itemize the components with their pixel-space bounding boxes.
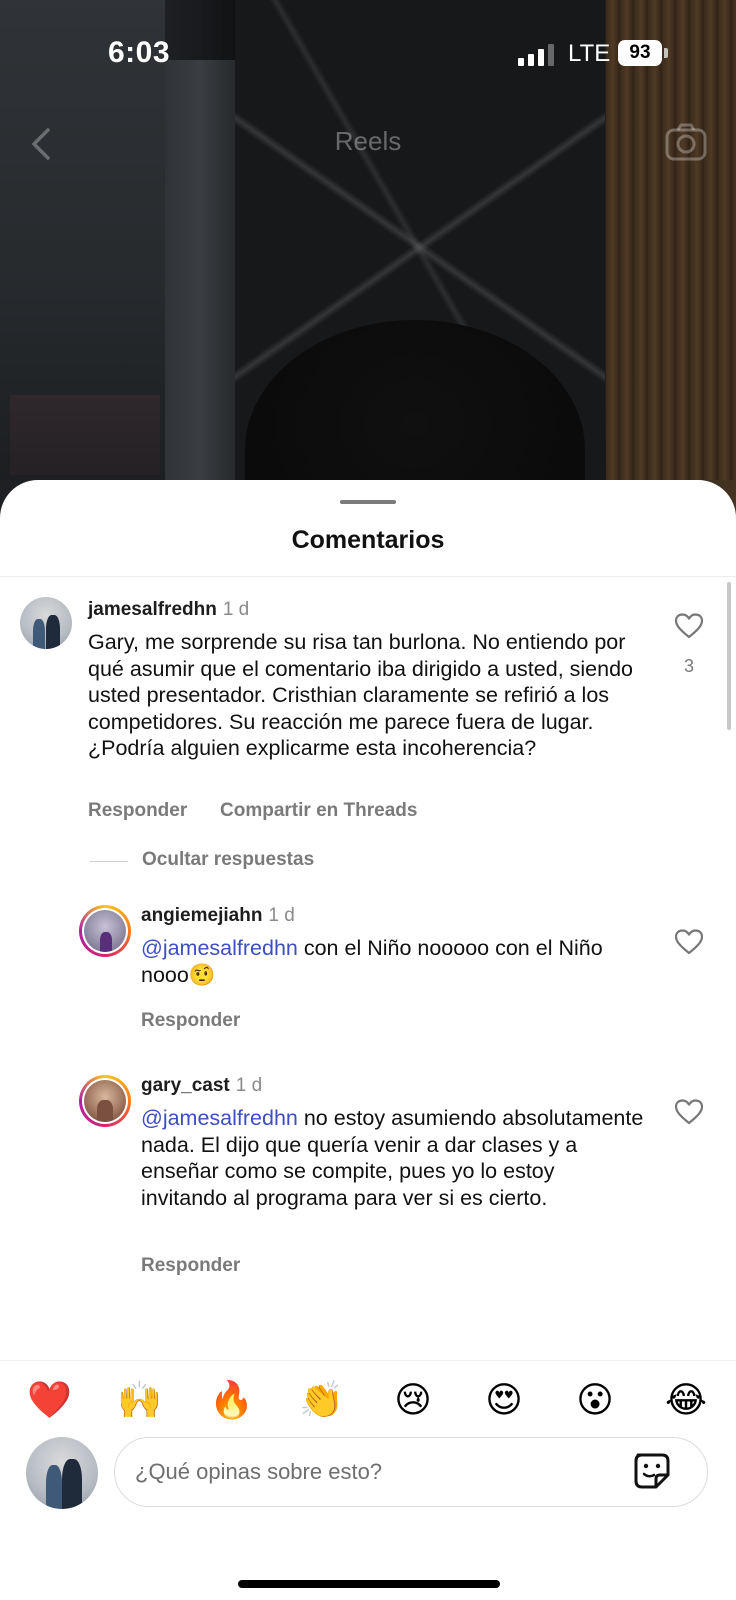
battery-icon: 93 [618,40,662,66]
reply-button[interactable]: Responder [88,800,187,822]
reels-title: Reels [334,126,402,156]
username-text[interactable]: gary_cast [141,1075,230,1096]
reply-item: gary_cast 1 d @jamesalfredhn no estoy asu… [0,1067,736,1287]
mention-link[interactable]: @jamesalfredhn [141,1106,298,1130]
reels-header: Reels [0,110,736,180]
hide-replies-button[interactable]: Ocultar respuestas [142,849,314,871]
comment-username[interactable]: jamesalfredhn 1 d [88,599,249,621]
comment-text: @jamesalfredhn con el Niño nooooo con el… [141,935,631,988]
reaction-fire[interactable]: 🔥 [209,1378,254,1422]
mention-link[interactable]: @jamesalfredhn [141,936,298,960]
cellular-signal-icon [518,44,556,66]
reaction-surprised[interactable]: 😮 [573,1378,617,1422]
comment-username[interactable]: angiemejiahn 1 d [141,905,295,927]
like-count: 3 [683,656,694,676]
comment-text: @jamesalfredhn no estoy asumiendo absolu… [141,1105,646,1211]
home-indicator[interactable] [238,1580,500,1588]
comment-time: 1 d [235,1075,263,1096]
sticker-icon[interactable] [632,1451,672,1491]
sheet-grab-handle[interactable] [340,500,396,504]
comments-sheet: Comentarios jamesalfredhn 1 d Gary, me so… [0,480,736,1600]
share-threads-button[interactable]: Compartir en Threads [220,800,417,822]
avatar [84,910,126,952]
reaction-heart-eyes[interactable]: 😍 [482,1378,526,1422]
camera-icon[interactable] [664,122,708,162]
reaction-raised-hands[interactable]: 🙌 [117,1378,162,1422]
battery-tip [664,48,668,58]
username-text[interactable]: jamesalfredhn [88,599,217,620]
heart-icon[interactable] [675,613,703,639]
comment-input[interactable]: ¿Qué opinas sobre esto? [114,1437,708,1507]
user-avatar[interactable] [26,1437,98,1509]
reply-button[interactable]: Responder [141,1255,240,1277]
avatar [84,1080,126,1122]
comment-text: Gary, me sorprende su risa tan burlona. … [88,630,633,760]
comment-composer: ¿Qué opinas sobre esto? [0,1425,736,1515]
reply-button[interactable]: Responder [141,1010,240,1032]
username-text[interactable]: angiemejiahn [141,905,262,926]
reaction-crying[interactable]: 😢 [391,1378,435,1422]
comment-time: 1 d [268,905,295,926]
network-type: LTE [568,40,611,67]
comment-item: jamesalfredhn 1 d Gary, me sorprende su r… [0,577,736,821]
reaction-laughing[interactable]: 😂 [664,1378,708,1422]
sheet-title: Comentarios [291,526,445,554]
reaction-clap[interactable]: 👏 [299,1378,344,1422]
reply-item: angiemejiahn 1 d @jamesalfredhn con el Ni… [0,897,736,1037]
quick-reaction-bar: ❤️ 🙌 🔥 👏 😢 😍 😮 😂 [0,1350,736,1420]
comment-username[interactable]: gary_cast 1 d [141,1075,262,1097]
story-ring[interactable] [79,1075,131,1127]
avatar[interactable] [20,597,72,649]
comment-time: 1 d [222,599,250,620]
status-bar: 6:03 LTE 93 [0,0,736,100]
hide-replies-line [90,861,128,862]
story-ring[interactable] [79,905,131,957]
comments-list[interactable]: jamesalfredhn 1 d Gary, me sorprende su r… [0,577,736,1317]
status-time: 6:03 [108,36,171,69]
heart-icon[interactable] [675,1099,703,1125]
heart-icon[interactable] [675,929,703,955]
reaction-heart[interactable]: ❤️ [27,1378,72,1422]
